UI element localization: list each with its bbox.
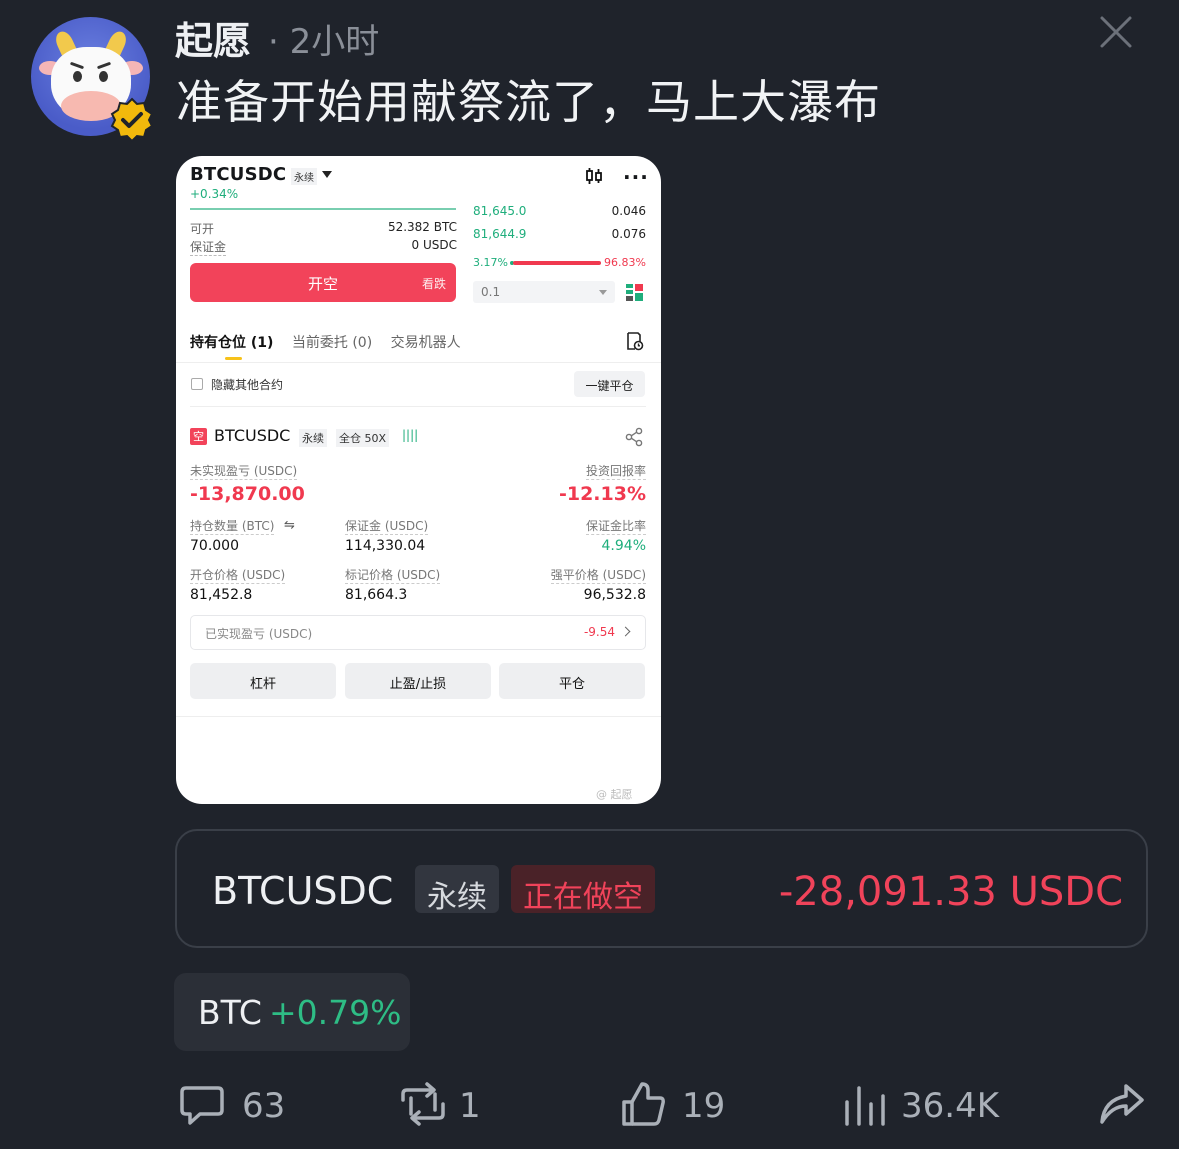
comment-icon bbox=[180, 1086, 224, 1125]
position-tabs: 持有仓位 (1) 当前委托 (0) 交易机器人 bbox=[190, 332, 475, 352]
tab-active-indicator bbox=[225, 357, 242, 360]
qty-select-value: 0.1 bbox=[481, 285, 501, 299]
available-value: 52.382 BTC bbox=[387, 220, 457, 234]
margin-ratio-label: 保证金比率 bbox=[585, 519, 646, 535]
unrealized-pnl-value: -13,870.00 bbox=[190, 483, 305, 505]
margin-value: 0 USDC bbox=[411, 238, 457, 252]
realized-pnl-value: -9.54 bbox=[583, 625, 615, 639]
unrealized-pnl-label: 未实现盈亏 (USDC) bbox=[190, 464, 298, 480]
orderbook-qty: 0.046 bbox=[611, 204, 646, 218]
close-position-button: 平仓 bbox=[499, 663, 645, 699]
position-margin-label: 保证金 (USDC) bbox=[345, 519, 429, 535]
ticker-name: BTC bbox=[198, 993, 262, 1032]
sell-ratio: 96.83% bbox=[604, 256, 646, 269]
close-all-button: 一键平仓 bbox=[574, 371, 645, 397]
buy-ratio: 3.17% bbox=[473, 256, 508, 269]
views-icon bbox=[845, 1086, 885, 1126]
available-label: 可开 bbox=[190, 222, 215, 236]
margin-label: 保证金 bbox=[190, 240, 227, 256]
more-icon: ··· bbox=[623, 165, 649, 189]
mark-price-value: 81,664.3 bbox=[345, 587, 408, 603]
liq-price-value: 96,532.8 bbox=[583, 587, 646, 603]
position-size-value: 70.000 bbox=[190, 538, 239, 554]
ticker-chip[interactable]: BTC +0.79% bbox=[174, 973, 410, 1051]
position-leverage-tag: 全仓 50X bbox=[336, 429, 390, 447]
mark-price-label: 标记价格 (USDC) bbox=[345, 568, 441, 584]
chevron-right-icon bbox=[620, 626, 631, 637]
verified-badge-icon bbox=[110, 97, 154, 143]
divider bbox=[176, 362, 661, 363]
summary-perp-tag: 永续 bbox=[415, 865, 499, 915]
position-summary-card[interactable]: BTCUSDC 永续 正在做空 -28,091.33 USDC bbox=[175, 829, 1148, 948]
roe-value: -12.13% bbox=[558, 483, 646, 505]
price-line bbox=[190, 208, 456, 210]
divider bbox=[176, 716, 661, 717]
position-symbol: BTCUSDC bbox=[214, 426, 291, 445]
entry-price-value: 81,452.8 bbox=[190, 587, 253, 603]
close-icon[interactable] bbox=[1098, 14, 1134, 50]
post-time: · 2小时 bbox=[268, 22, 380, 62]
cow-eye-right bbox=[99, 71, 108, 82]
cow-eye-left bbox=[73, 71, 82, 82]
open-short-sub-label: 看跌 bbox=[421, 277, 446, 291]
entry-price-label: 开仓价格 (USDC) bbox=[190, 568, 286, 584]
short-badge: 空 bbox=[190, 428, 207, 445]
roe-label: 投资回报率 bbox=[585, 464, 646, 480]
summary-pnl: -28,091.33 USDC bbox=[778, 869, 1123, 915]
trade-screenshot[interactable]: BTCUSDC 永续 +0.34% ··· 可开 52.382 BTC 保证金 … bbox=[176, 156, 661, 804]
tab-open-orders: 当前委托 (0) bbox=[291, 335, 373, 351]
repost-button[interactable]: 1 bbox=[397, 1080, 497, 1132]
orderbook-price: 81,644.9 bbox=[473, 227, 527, 241]
orderbook-qty: 0.076 bbox=[611, 227, 646, 241]
like-icon bbox=[622, 1082, 665, 1126]
open-short-button: 开空 看跌 bbox=[190, 263, 456, 302]
orderbook-price: 81,645.0 bbox=[473, 204, 527, 218]
tab-trading-bots: 交易机器人 bbox=[390, 335, 461, 351]
margin-ratio-value: 4.94% bbox=[601, 538, 646, 554]
forward-icon bbox=[1100, 1084, 1144, 1124]
leverage-button: 杠杆 bbox=[190, 663, 336, 699]
liq-price-label: 强平价格 (USDC) bbox=[550, 568, 646, 584]
layout-grid-icon bbox=[626, 284, 643, 301]
position-margin-value: 114,330.04 bbox=[345, 538, 426, 554]
signal-bars: |||| bbox=[402, 428, 419, 442]
hide-other-checkbox bbox=[191, 378, 203, 390]
screenshot-symbol: BTCUSDC bbox=[190, 164, 287, 185]
comment-button[interactable]: 63 bbox=[178, 1080, 298, 1132]
hide-other-label: 隐藏其他合约 bbox=[211, 378, 284, 392]
tab-positions: 持有仓位 (1) bbox=[190, 335, 274, 351]
like-count: 19 bbox=[682, 1086, 726, 1126]
screenshot-change: +0.34% bbox=[190, 187, 239, 201]
symbol-dropdown-icon bbox=[322, 171, 332, 178]
position-size-label: 持仓数量 (BTC) bbox=[190, 519, 275, 535]
username[interactable]: 起愿 bbox=[175, 10, 251, 65]
open-short-label: 开空 bbox=[307, 275, 338, 293]
repost-count: 1 bbox=[459, 1086, 481, 1126]
position-perp-tag: 永续 bbox=[299, 429, 327, 447]
share-icon bbox=[625, 427, 643, 447]
ticker-change: +0.79% bbox=[269, 993, 402, 1032]
chevron-down-icon bbox=[599, 290, 607, 295]
realized-pnl-row: 已实现盈亏 (USDC) -9.54 bbox=[190, 615, 646, 650]
swap-icon: ⇋ bbox=[284, 518, 295, 533]
qty-select: 0.1 bbox=[473, 281, 615, 303]
realized-pnl-label: 已实现盈亏 (USDC) bbox=[205, 627, 313, 641]
tp-sl-button: 止盈/止损 bbox=[345, 663, 491, 699]
summary-status-badge: 正在做空 bbox=[511, 865, 655, 915]
divider bbox=[190, 406, 646, 407]
screenshot-perp-tag: 永续 bbox=[291, 168, 317, 185]
watermark: @ 起愿 bbox=[596, 788, 633, 801]
order-history-icon bbox=[627, 332, 644, 351]
like-button[interactable]: 19 bbox=[620, 1080, 730, 1132]
repost-icon bbox=[401, 1082, 445, 1126]
summary-symbol: BTCUSDC bbox=[212, 869, 394, 913]
forward-button[interactable] bbox=[1098, 1080, 1148, 1132]
candlestick-icon bbox=[586, 168, 602, 184]
views-count: 36.4K bbox=[901, 1086, 999, 1126]
comment-count: 63 bbox=[242, 1086, 286, 1126]
sell-ratio-bar bbox=[513, 261, 601, 265]
views-button[interactable]: 36.4K bbox=[843, 1080, 1003, 1132]
post-text: 准备开始用献祭流了，马上大瀑布 bbox=[176, 75, 881, 129]
